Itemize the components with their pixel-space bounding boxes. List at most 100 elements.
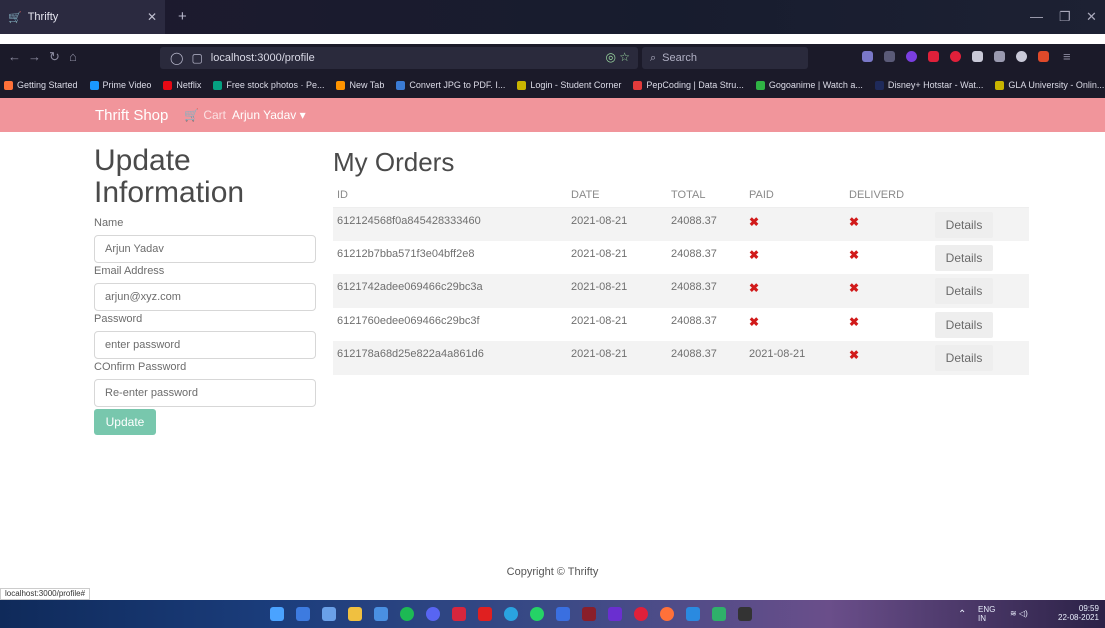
order-paid-cell: 2021-08-21 bbox=[745, 341, 845, 375]
tray-chevron-icon[interactable]: ⌃ bbox=[958, 609, 966, 620]
home-icon[interactable]: ⌂ bbox=[69, 49, 77, 64]
order-actions-cell: Details bbox=[931, 341, 1029, 375]
discord-icon[interactable] bbox=[426, 607, 440, 621]
bookmarks-bar: Getting Started Prime Video Netflix Free st… bbox=[0, 72, 1105, 98]
minimize-icon[interactable]: — bbox=[1030, 9, 1043, 24]
order-id-cell: 6121742adee069466c29bc3a bbox=[333, 274, 567, 308]
search-input[interactable]: ⌕ Search bbox=[642, 47, 808, 69]
clock-date: 22-08-2021 bbox=[1058, 613, 1099, 622]
update-button[interactable]: Update bbox=[94, 409, 156, 435]
forward-icon[interactable]: → bbox=[28, 49, 41, 64]
app-icon[interactable] bbox=[582, 607, 596, 621]
bookmark-item[interactable]: Netflix bbox=[163, 80, 201, 90]
firefox-icon[interactable] bbox=[660, 607, 674, 621]
order-paid-cell: ✖ bbox=[749, 247, 760, 262]
order-date-cell: 2021-08-21 bbox=[567, 274, 667, 308]
lock-extension-icon[interactable] bbox=[928, 51, 939, 62]
store-icon[interactable] bbox=[374, 607, 388, 621]
vscode-icon[interactable] bbox=[686, 607, 700, 621]
extension-icon[interactable] bbox=[972, 51, 983, 62]
close-window-icon[interactable]: ✕ bbox=[1086, 9, 1097, 25]
extension-icon[interactable] bbox=[1016, 51, 1027, 62]
bookmark-item[interactable]: Getting Started bbox=[4, 80, 78, 90]
bookmark-item[interactable]: Login - Student Corner bbox=[517, 80, 621, 90]
restore-icon[interactable]: ❐ bbox=[1059, 9, 1071, 25]
browser-tab-bar: 🛒 Thrifty ✕ + — ❐ ✕ bbox=[0, 0, 1105, 34]
opera-icon[interactable] bbox=[634, 607, 648, 621]
bookmark-star-icon[interactable]: ◎ ☆ bbox=[605, 50, 630, 64]
bookmark-label: New Tab bbox=[349, 80, 385, 90]
clock[interactable]: 09:59 22-08-2021 bbox=[1058, 604, 1099, 622]
bookmark-item[interactable]: New Tab bbox=[336, 80, 384, 90]
confirm-password-field[interactable]: Re-enter password bbox=[94, 379, 316, 407]
order-date-cell: 2021-08-21 bbox=[571, 314, 628, 327]
search-icon: ⌕ bbox=[650, 51, 657, 64]
menu-icon[interactable]: ≡ bbox=[1063, 49, 1071, 64]
bookmark-item[interactable]: Convert JPG to PDF. I... bbox=[396, 80, 505, 90]
telegram-icon[interactable] bbox=[504, 607, 518, 621]
password-field[interactable]: enter password bbox=[94, 331, 316, 359]
bookmark-label: Disney+ Hotstar - Wat... bbox=[887, 80, 984, 90]
back-icon[interactable]: ← bbox=[8, 49, 21, 64]
bookmark-item[interactable]: Gogoanime | Watch a... bbox=[755, 80, 863, 90]
order-delivered-cell: ✖ bbox=[849, 247, 860, 262]
file-explorer-icon[interactable] bbox=[348, 607, 362, 621]
app-icon[interactable] bbox=[712, 607, 726, 621]
bookmark-item[interactable]: Disney+ Hotstar - Wat... bbox=[874, 80, 984, 90]
orders-header-row: ID DATE TOTAL PAID DELIVERD bbox=[333, 184, 1029, 208]
details-button[interactable]: Details bbox=[935, 345, 993, 371]
wifi-volume-icon[interactable]: ≋ ◁) bbox=[1010, 609, 1028, 618]
shield-icon: ◯ bbox=[170, 51, 184, 65]
search-taskbar-icon[interactable] bbox=[296, 607, 310, 621]
name-field[interactable]: Arjun Yadav bbox=[94, 235, 316, 263]
pocket-icon[interactable] bbox=[862, 51, 873, 62]
orders-title: My Orders bbox=[333, 147, 455, 177]
order-date-cell: 2021-08-21 bbox=[567, 341, 667, 375]
order-actions-cell: Details bbox=[931, 274, 1029, 308]
bookmark-item[interactable]: GLA University - Onlin... bbox=[995, 80, 1104, 90]
adblock-extension-icon[interactable] bbox=[950, 51, 961, 62]
task-view-icon[interactable] bbox=[322, 607, 336, 621]
bookmark-item[interactable]: Prime Video bbox=[89, 80, 151, 90]
bookmark-item[interactable]: Free stock photos · Pe... bbox=[213, 80, 324, 90]
order-total-cell: 24088.37 bbox=[667, 341, 745, 375]
extension-icon[interactable] bbox=[1038, 51, 1049, 62]
details-button[interactable]: Details bbox=[935, 311, 993, 338]
email-field[interactable]: arjun@xyz.com bbox=[94, 283, 316, 311]
language-indicator[interactable]: ENG IN bbox=[978, 605, 995, 623]
cart-link[interactable]: 🛒 Cart bbox=[184, 108, 226, 122]
order-total-cell: 24088.37 bbox=[671, 247, 717, 260]
app-icon[interactable] bbox=[608, 607, 622, 621]
extension-icon[interactable] bbox=[994, 51, 1005, 62]
terminal-icon[interactable] bbox=[738, 607, 752, 621]
bookmark-item[interactable]: PepCoding | Data Stru... bbox=[633, 80, 744, 90]
spotify-icon[interactable] bbox=[400, 607, 414, 621]
vpn-extension-icon[interactable] bbox=[906, 51, 917, 62]
footer-copyright: Copyright © Thrifty bbox=[506, 566, 599, 578]
windows-start-icon[interactable] bbox=[270, 607, 284, 621]
url-text: localhost:3000/profile bbox=[210, 52, 315, 64]
browser-nav-bar: ← → ↻ ⌂ ◯ ▢ localhost:3000/profile ◎ ☆ ⌕… bbox=[0, 44, 1105, 72]
details-button[interactable]: Details bbox=[935, 244, 993, 271]
order-id-cell: 6121760edee069466c29bc3f bbox=[337, 314, 480, 327]
app-icon[interactable] bbox=[556, 607, 570, 621]
library-icon[interactable] bbox=[884, 51, 895, 62]
column-header-date: DATE bbox=[567, 184, 667, 208]
details-button[interactable]: Details bbox=[935, 278, 993, 304]
reload-icon[interactable]: ↻ bbox=[49, 49, 60, 65]
brand-link[interactable]: Thrift Shop bbox=[95, 107, 168, 124]
user-dropdown[interactable]: Arjun Yadav ▾ bbox=[232, 108, 306, 122]
browser-tab[interactable]: 🛒 Thrifty ✕ bbox=[0, 0, 165, 34]
cart-icon: 🛒 bbox=[184, 108, 200, 122]
details-button[interactable]: Details bbox=[935, 211, 993, 238]
region-code: IN bbox=[978, 614, 986, 623]
new-tab-icon[interactable]: + bbox=[178, 8, 187, 25]
address-bar[interactable]: ◯ ▢ localhost:3000/profile ◎ ☆ bbox=[160, 47, 638, 69]
app-icon[interactable] bbox=[452, 607, 466, 621]
bookmark-label: PepCoding | Data Stru... bbox=[646, 80, 744, 90]
language-code: ENG bbox=[978, 605, 996, 614]
close-tab-icon[interactable]: ✕ bbox=[147, 10, 157, 24]
whatsapp-icon[interactable] bbox=[530, 607, 544, 621]
youtube-icon[interactable] bbox=[478, 607, 492, 621]
bookmark-favicon-icon bbox=[163, 80, 173, 90]
